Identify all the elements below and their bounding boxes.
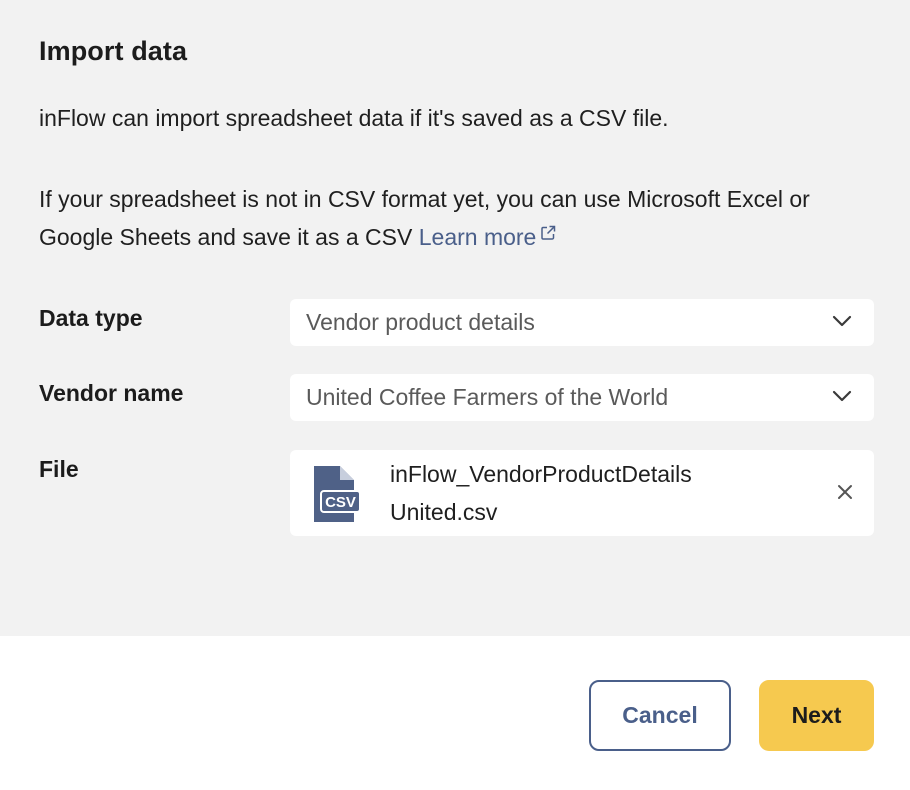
- cancel-button[interactable]: Cancel: [589, 680, 731, 751]
- csv-icon-text: CSV: [325, 494, 356, 511]
- chevron-down-icon: [832, 390, 852, 402]
- dialog-body: Import data inFlow can import spreadshee…: [0, 0, 910, 636]
- data-type-select[interactable]: Vendor product details: [290, 299, 874, 346]
- learn-more-link[interactable]: Learn more: [419, 224, 557, 250]
- data-type-value: Vendor product details: [306, 309, 535, 335]
- vendor-name-value: United Coffee Farmers of the World: [306, 384, 669, 410]
- file-name-line2: United.csv: [390, 499, 498, 525]
- csv-file-icon: CSV: [314, 466, 360, 522]
- external-link-icon: [541, 225, 556, 240]
- import-data-dialog: Import data inFlow can import spreadshee…: [0, 0, 910, 790]
- next-button[interactable]: Next: [759, 680, 874, 751]
- chevron-down-icon: [832, 315, 852, 327]
- vendor-name-select[interactable]: United Coffee Farmers of the World: [290, 374, 874, 421]
- learn-more-label: Learn more: [418, 224, 537, 250]
- help-text-block: If your spreadsheet is not in CSV format…: [39, 180, 879, 256]
- data-type-label: Data type: [39, 305, 143, 331]
- selected-file: CSV inFlow_VendorProductDetails United.c…: [290, 450, 874, 536]
- file-name: inFlow_VendorProductDetails United.csv: [390, 455, 790, 531]
- dialog-title: Import data: [39, 36, 188, 66]
- close-icon[interactable]: [836, 483, 854, 501]
- file-name-line1: inFlow_VendorProductDetails: [390, 461, 692, 487]
- vendor-name-label: Vendor name: [39, 380, 184, 406]
- intro-text: inFlow can import spreadsheet data if it…: [39, 105, 669, 131]
- file-label: File: [39, 456, 79, 482]
